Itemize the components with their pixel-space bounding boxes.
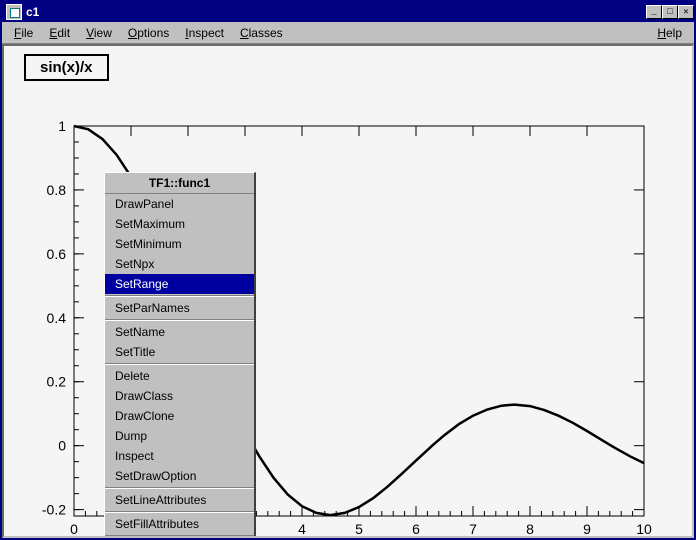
window-title: c1 xyxy=(26,5,646,19)
context-menu-item-setmaximum[interactable]: SetMaximum xyxy=(105,214,254,234)
x-tick-label: 6 xyxy=(412,521,420,537)
y-tick-label: 0.6 xyxy=(47,246,67,262)
menu-view[interactable]: View xyxy=(78,24,120,42)
y-tick-label: 0.8 xyxy=(47,182,67,198)
close-button[interactable]: ✕ xyxy=(678,5,694,19)
y-tick-label: 0 xyxy=(58,438,66,454)
context-menu-header: TF1::func1 xyxy=(105,173,254,194)
context-menu-separator xyxy=(105,319,254,321)
y-tick-label: 0.4 xyxy=(47,310,67,326)
app-icon xyxy=(6,4,22,20)
y-tick-label: -0.2 xyxy=(42,502,66,518)
window-controls: _ □ ✕ xyxy=(646,5,694,19)
context-menu-item-dump[interactable]: Dump xyxy=(105,426,254,446)
app-window: c1 _ □ ✕ File Edit View Options Inspect … xyxy=(0,0,696,540)
x-tick-label: 8 xyxy=(526,521,534,537)
context-menu-item-drawpanel[interactable]: DrawPanel xyxy=(105,194,254,214)
menu-inspect[interactable]: Inspect xyxy=(177,24,232,42)
context-menu-item-setrange[interactable]: SetRange xyxy=(105,274,254,294)
minimize-button[interactable]: _ xyxy=(646,5,662,19)
y-tick-label: 1 xyxy=(58,118,66,134)
titlebar: c1 _ □ ✕ xyxy=(2,2,694,22)
context-menu-separator xyxy=(105,295,254,297)
x-tick-label: 10 xyxy=(636,521,652,537)
maximize-button[interactable]: □ xyxy=(662,5,678,19)
menu-help[interactable]: Help xyxy=(649,24,690,42)
x-tick-label: 9 xyxy=(583,521,591,537)
menu-file[interactable]: File xyxy=(6,24,41,42)
context-menu-item-setparnames[interactable]: SetParNames xyxy=(105,298,254,318)
context-menu-item-inspect[interactable]: Inspect xyxy=(105,446,254,466)
context-menu-item-setname[interactable]: SetName xyxy=(105,322,254,342)
context-menu-item-settitle[interactable]: SetTitle xyxy=(105,342,254,362)
menu-classes[interactable]: Classes xyxy=(232,24,291,42)
x-tick-label: 5 xyxy=(355,521,363,537)
context-menu-item-setminimum[interactable]: SetMinimum xyxy=(105,234,254,254)
context-menu-separator xyxy=(105,363,254,365)
context-menu-item-setfillattributes[interactable]: SetFillAttributes xyxy=(105,514,254,534)
context-menu: TF1::func1 DrawPanelSetMaximumSetMinimum… xyxy=(104,172,256,538)
context-menu-item-setdrawoption[interactable]: SetDrawOption xyxy=(105,466,254,486)
menubar: File Edit View Options Inspect Classes H… xyxy=(2,22,694,44)
context-menu-item-drawclass[interactable]: DrawClass xyxy=(105,386,254,406)
context-menu-item-delete[interactable]: Delete xyxy=(105,366,254,386)
y-tick-label: 0.2 xyxy=(47,374,67,390)
context-menu-item-setnpx[interactable]: SetNpx xyxy=(105,254,254,274)
x-tick-label: 0 xyxy=(70,521,78,537)
context-menu-separator xyxy=(105,535,254,537)
context-menu-separator xyxy=(105,511,254,513)
x-tick-label: 4 xyxy=(298,521,306,537)
canvas-area[interactable]: sin(x)/x 012345678910 -0.200.20.40.60.81… xyxy=(2,44,694,538)
menu-options[interactable]: Options xyxy=(120,24,177,42)
context-menu-item-drawclone[interactable]: DrawClone xyxy=(105,406,254,426)
x-tick-label: 7 xyxy=(469,521,477,537)
context-menu-item-setlineattributes[interactable]: SetLineAttributes xyxy=(105,490,254,510)
context-menu-separator xyxy=(105,487,254,489)
menu-edit[interactable]: Edit xyxy=(41,24,78,42)
